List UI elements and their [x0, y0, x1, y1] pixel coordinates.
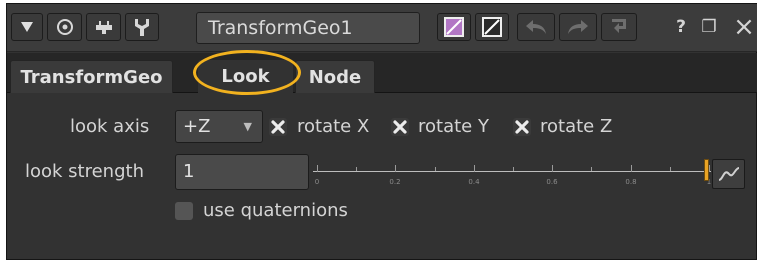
check-x-icon — [271, 120, 285, 134]
slider-tick — [356, 167, 357, 171]
rotate-y-checkbox[interactable] — [391, 118, 409, 136]
node-color-reset-icon[interactable] — [475, 13, 509, 41]
rotate-z-checkbox[interactable] — [513, 118, 531, 136]
node-color-icon[interactable] — [437, 13, 471, 41]
wrench-icon[interactable] — [125, 13, 159, 41]
close-icon[interactable]: × — [733, 12, 755, 42]
tab-node[interactable]: Node — [295, 60, 375, 93]
slider-track — [313, 171, 711, 172]
rotate-x-checkbox[interactable] — [269, 118, 287, 136]
check-x-icon — [393, 120, 407, 134]
look-axis-value: +Z — [183, 116, 211, 137]
use-quaternions-checkbox[interactable] — [175, 202, 193, 220]
look-strength-input[interactable]: 1 — [175, 154, 309, 190]
slider-tick-label: 0 — [314, 178, 320, 186]
panel-toolbar: TransformGeo1 ? ❐ × — [7, 4, 757, 52]
animation-curve-button[interactable] — [712, 159, 745, 189]
slider-tick — [317, 165, 318, 172]
slider-tick — [591, 167, 592, 171]
look-strength-label: look strength — [25, 161, 144, 182]
slider-tick — [552, 165, 553, 172]
use-quaternions-label: use quaternions — [203, 200, 348, 221]
look-axis-dropdown[interactable]: +Z ▼ — [175, 110, 263, 143]
slider-tick — [513, 167, 514, 171]
float-panel-icon[interactable]: ❐ — [699, 13, 719, 41]
rotate-y-label: rotate Y — [418, 116, 489, 137]
properties-panel: TransformGeo1 ? ❐ × TransformGeo Look No… — [6, 3, 757, 260]
slider-tick — [670, 167, 671, 171]
slider-tick — [435, 167, 436, 171]
slider-tick-label: 0.4 — [468, 178, 480, 186]
tab-transformgeo[interactable]: TransformGeo — [10, 60, 173, 93]
slider-tick-label: 0.8 — [625, 178, 637, 186]
redo-icon[interactable] — [559, 13, 597, 41]
tab-highlight-ring — [193, 50, 301, 95]
slider-tick — [474, 165, 475, 172]
look-axis-label: look axis — [70, 116, 150, 137]
slider-handle[interactable] — [704, 159, 709, 181]
slider-tick — [709, 165, 710, 172]
curve-icon — [718, 167, 739, 181]
help-icon[interactable]: ? — [672, 13, 690, 41]
rotate-x-label: rotate X — [297, 116, 370, 137]
viewer-target-icon[interactable] — [47, 13, 82, 41]
tab-bar: TransformGeo Look Node — [7, 53, 757, 93]
slider-tick — [631, 165, 632, 172]
undo-icon[interactable] — [517, 13, 555, 41]
look-strength-slider[interactable]: 0 0.2 0.4 0.6 0.8 1 — [313, 154, 711, 190]
check-x-icon — [515, 120, 529, 134]
plug-icon[interactable] — [86, 13, 121, 41]
node-name-field[interactable]: TransformGeo1 — [196, 12, 420, 44]
collapse-triangle-icon[interactable] — [11, 13, 43, 41]
chevron-down-icon: ▼ — [243, 120, 252, 133]
slider-tick-label: 0.2 — [389, 178, 401, 186]
revert-icon[interactable] — [601, 13, 637, 41]
slider-tick — [395, 165, 396, 172]
rotate-z-label: rotate Z — [540, 116, 613, 137]
slider-tick-label: 0.6 — [546, 178, 558, 186]
